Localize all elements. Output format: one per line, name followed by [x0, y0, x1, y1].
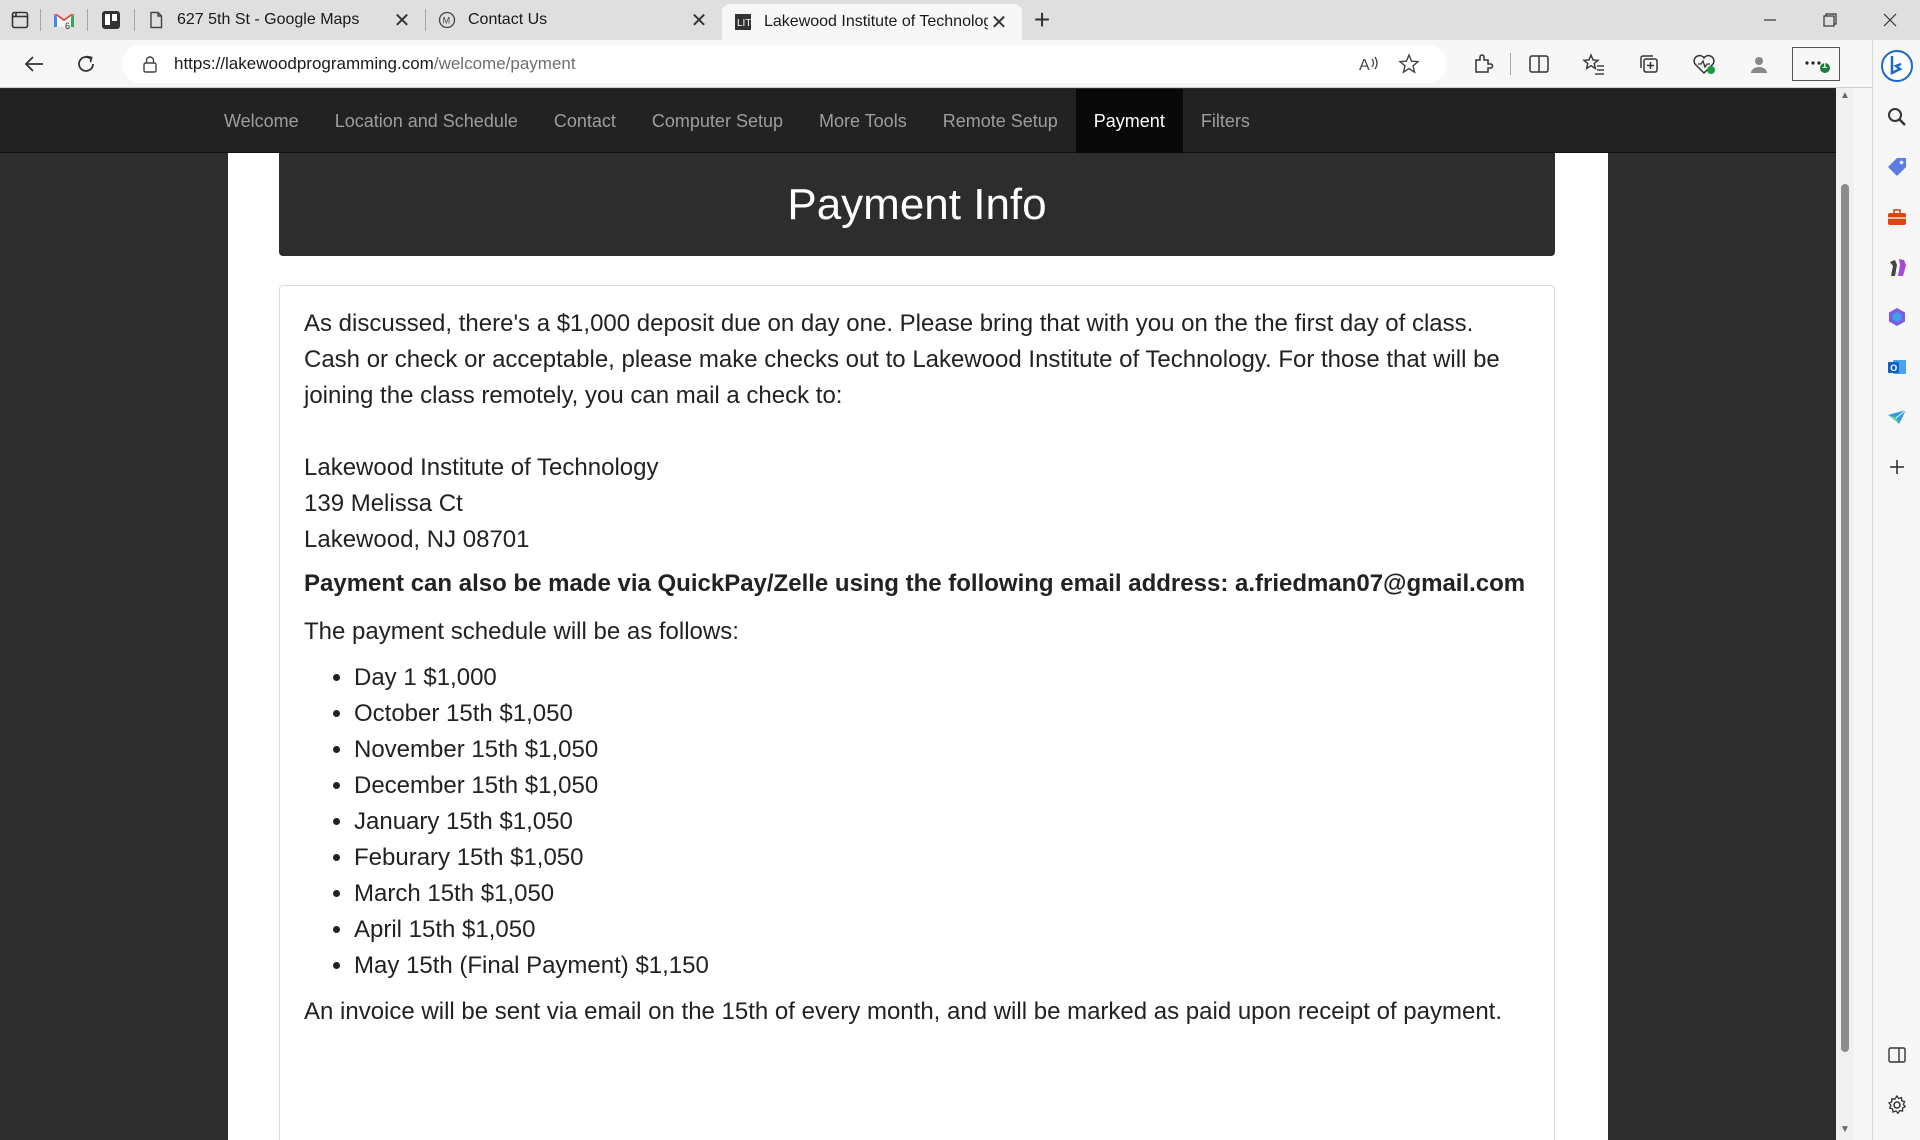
url-path: /welcome/payment — [433, 53, 576, 73]
edge-sidebar: O — [1872, 40, 1920, 1140]
shopping-tag-icon[interactable] — [1873, 142, 1920, 192]
address-toolbar: https://lakewoodprogramming.com/welcome/… — [0, 40, 1920, 88]
close-tab-icon[interactable]: ✕ — [988, 11, 1010, 34]
search-icon[interactable] — [1873, 92, 1920, 142]
list-item: March 15th $1,050 — [354, 876, 1530, 912]
refresh-icon — [78, 55, 94, 72]
list-item: November 15th $1,050 — [354, 732, 1530, 768]
back-arrow-icon — [24, 55, 43, 72]
refresh-button[interactable] — [60, 40, 112, 88]
nav-contact[interactable]: Contact — [536, 89, 634, 153]
bing-copilot-icon[interactable] — [1873, 40, 1920, 92]
svg-text:O: O — [1890, 363, 1897, 373]
favorites-icon[interactable] — [1566, 40, 1621, 88]
list-item: January 15th $1,050 — [354, 804, 1530, 840]
settings-and-more-button[interactable]: 1 — [1792, 46, 1840, 81]
tab-title: 627 5th St - Google Maps — [177, 11, 360, 28]
read-aloud-icon[interactable]: A — [1349, 54, 1389, 74]
payment-panel: As discussed, there's a $1,000 deposit d… — [279, 285, 1555, 1140]
tab-title: Lakewood Institute of Technolog — [764, 13, 988, 30]
nav-welcome[interactable]: Welcome — [206, 89, 317, 153]
url-host: https://lakewoodprogramming.com — [174, 53, 434, 73]
send-icon[interactable] — [1873, 392, 1920, 442]
games-icon[interactable] — [1873, 242, 1920, 292]
extensions-icon[interactable] — [1455, 40, 1510, 88]
tab-google-maps[interactable]: 627 5th St - Google Maps ✕ — [135, 0, 425, 40]
hide-sidebar-icon[interactable] — [1873, 1030, 1920, 1080]
tab-bar: 6 627 5th St - Google Maps ✕ M Contact U… — [0, 0, 1920, 40]
nav-filters[interactable]: Filters — [1183, 89, 1268, 153]
site-logo-icon: M — [438, 11, 456, 29]
nav-more-tools[interactable]: More Tools — [801, 89, 925, 153]
nav-location-and-schedule[interactable]: Location and Schedule — [317, 89, 536, 153]
nav-computer-setup[interactable]: Computer Setup — [634, 89, 801, 153]
gmail-icon: 6 — [53, 13, 75, 30]
web-page: Welcome Location and Schedule Contact Co… — [0, 89, 1836, 1140]
update-badge: 1 — [1822, 59, 1828, 70]
close-tab-icon[interactable]: ✕ — [391, 9, 413, 32]
content-container: Payment Info As discussed, there's a $1,… — [228, 153, 1608, 1140]
gmail-badge: 6 — [65, 21, 70, 30]
scroll-up-icon[interactable]: ▲ — [1839, 90, 1851, 101]
list-item: October 15th $1,050 — [354, 696, 1530, 732]
lock-icon[interactable] — [140, 55, 160, 73]
payment-schedule-list: Day 1 $1,000 October 15th $1,050 Novembe… — [304, 660, 1530, 984]
page-title: Payment Info — [787, 179, 1047, 229]
favorite-star-icon[interactable] — [1389, 52, 1429, 75]
pinned-tab-gmail[interactable]: 6 — [41, 0, 87, 40]
tools-briefcase-icon[interactable] — [1873, 192, 1920, 242]
page-icon — [150, 11, 163, 29]
list-item: May 15th (Final Payment) $1,150 — [354, 948, 1530, 984]
address-line: Lakewood Institute of Technology — [304, 454, 659, 481]
tab-lakewood-institute[interactable]: LIT Lakewood Institute of Technolog ✕ — [722, 4, 1022, 40]
pinned-tab-trello[interactable] — [88, 0, 134, 40]
close-window-icon[interactable] — [1860, 0, 1920, 40]
scroll-down-icon[interactable]: ▼ — [1839, 1124, 1851, 1135]
browser-essentials-icon[interactable] — [1676, 40, 1731, 88]
list-item: April 15th $1,050 — [354, 912, 1530, 948]
window-controls — [1740, 0, 1920, 40]
sidebar-settings-gear-icon[interactable] — [1873, 1080, 1920, 1130]
back-button[interactable] — [8, 40, 60, 88]
close-tab-icon[interactable]: ✕ — [688, 9, 710, 32]
url-text[interactable]: https://lakewoodprogramming.com/welcome/… — [174, 54, 1349, 74]
list-item: Feburary 15th $1,050 — [354, 840, 1530, 876]
intro-text: As discussed, there's a $1,000 deposit d… — [304, 310, 1500, 409]
outlook-icon[interactable]: O — [1873, 342, 1920, 392]
svg-text:LIT: LIT — [737, 18, 751, 29]
restore-icon[interactable] — [1800, 0, 1860, 40]
nav-payment[interactable]: Payment — [1075, 89, 1183, 153]
svg-text:A: A — [1359, 57, 1370, 74]
address-bar[interactable]: https://lakewoodprogramming.com/welcome/… — [122, 44, 1447, 83]
invoice-note: An invoice will be sent via email on the… — [304, 998, 1502, 1025]
list-item: December 15th $1,050 — [354, 768, 1530, 804]
lit-logo-icon: LIT — [735, 14, 751, 30]
scroll-thumb[interactable] — [1841, 184, 1849, 1052]
address-line: Lakewood, NJ 08701 — [304, 526, 530, 553]
microsoft-365-icon[interactable] — [1873, 292, 1920, 342]
mailing-address: Lakewood Institute of Technology 139 Mel… — [304, 450, 1530, 558]
address-line: 139 Melissa Ct — [304, 490, 463, 517]
quickpay-note: Payment can also be made via QuickPay/Ze… — [304, 570, 1526, 597]
new-tab-button[interactable]: + — [1022, 0, 1062, 40]
profile-icon[interactable] — [1731, 40, 1786, 88]
add-icon[interactable] — [1873, 442, 1920, 492]
tab-actions-icon[interactable] — [0, 0, 40, 40]
tab-contact-us[interactable]: M Contact Us ✕ — [426, 0, 722, 40]
scrollbar-gutter — [1854, 88, 1872, 1140]
site-navbar: Welcome Location and Schedule Contact Co… — [0, 89, 1836, 153]
page-scrollbar[interactable]: ▲ ▼ — [1836, 88, 1854, 1140]
list-item: Day 1 $1,000 — [354, 660, 1530, 696]
collections-icon[interactable] — [1621, 40, 1676, 88]
schedule-intro: The payment schedule will be as follows: — [304, 618, 739, 645]
nav-remote-setup[interactable]: Remote Setup — [925, 89, 1076, 153]
trello-icon — [102, 11, 120, 29]
tab-title: Contact Us — [468, 11, 548, 28]
svg-text:M: M — [443, 15, 451, 25]
page-header: Payment Info — [279, 153, 1555, 256]
split-screen-icon[interactable] — [1511, 40, 1566, 88]
minimize-icon[interactable] — [1740, 0, 1800, 40]
